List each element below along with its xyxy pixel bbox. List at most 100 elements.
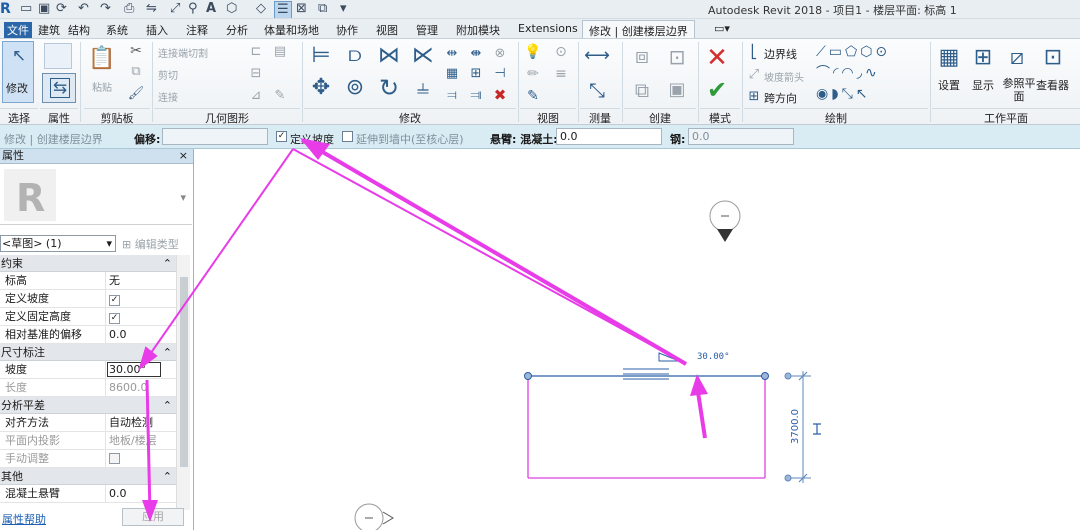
fixed-height-prop-checkbox[interactable]: ✓ [109, 313, 120, 324]
boundary-line-button[interactable]: 边界线 [764, 46, 797, 62]
tab-structure[interactable]: 结构 [68, 22, 90, 38]
define-slope-prop-checkbox[interactable]: ✓ [109, 295, 120, 306]
create-assembly-icon[interactable]: ▣ [664, 77, 690, 103]
slope-input[interactable]: 30.00° [107, 362, 161, 377]
print-icon[interactable]: ⎙ [124, 1, 134, 17]
tab-annotate[interactable]: 注释 [186, 22, 208, 38]
endpoint-grip[interactable] [761, 372, 769, 380]
collapse-icon[interactable]: ⌃ [163, 397, 172, 414]
cut-button[interactable]: 剪切 [158, 67, 178, 82]
tab-file[interactable]: 文件 [4, 22, 32, 38]
prop-row-define-fixed-height[interactable]: 定义固定高度 ✓ [0, 308, 176, 326]
scale-icon[interactable]: ⊞ [468, 65, 484, 81]
tab-collaborate[interactable]: 协作 [336, 22, 358, 38]
slope-arrow-icon[interactable]: ⤢ [746, 66, 762, 82]
draw-pick-shapes-icon[interactable]: ◉◗⤡↖ [816, 85, 924, 103]
aligned-dimension-icon[interactable]: ⤢ [170, 1, 180, 17]
section-dimensions[interactable]: 尺寸标注 ⌃ [0, 344, 176, 361]
collapse-icon[interactable]: ⌃ [163, 255, 172, 272]
cut-clipboard-icon[interactable]: ✂ [128, 43, 144, 59]
prop-row-offset[interactable]: 相对基准的偏移 0.0 [0, 326, 176, 344]
drawing-canvas[interactable]: 30.00° 3700.0 [195, 149, 1080, 530]
prop-row-define-slope[interactable]: 定义坡度 ✓ [0, 290, 176, 308]
collapse-icon[interactable]: ⌃ [163, 344, 172, 361]
copy-icon[interactable]: ⧉ [128, 63, 144, 79]
tab-manage[interactable]: 管理 [416, 22, 438, 38]
mirror-draw-icon[interactable]: ⋉ [410, 43, 436, 69]
offset-icon[interactable]: ⫐ [342, 43, 368, 69]
dimension-text[interactable]: 3700.0 [790, 409, 801, 444]
slope-angle-label[interactable]: 30.00° [697, 352, 730, 362]
remove-paint-icon[interactable]: ✎ [272, 87, 288, 103]
section-icon[interactable]: ◇ [256, 1, 266, 17]
properties-small-icon[interactable] [44, 43, 72, 69]
tab-analyze[interactable]: 分析 [226, 22, 248, 38]
prop-row-slope[interactable]: 坡度 30.00° [0, 361, 176, 379]
create-group-icon[interactable]: ⧈ [628, 43, 656, 71]
split-face-icon[interactable]: ⊟ [248, 65, 264, 81]
set-work-plane-icon[interactable]: ▦ [936, 45, 962, 71]
canvas-svg[interactable]: 30.00° 3700.0 [195, 149, 1080, 530]
type-selector-preview[interactable]: R ▾ [0, 165, 192, 225]
split-gap-icon[interactable]: ⇼ [468, 45, 484, 61]
join-button[interactable]: 连接 [158, 89, 178, 104]
copy-element-icon[interactable]: ⊚ [342, 75, 368, 101]
pin-icon[interactable]: ⊗ [492, 45, 508, 61]
draw-arc-shapes-icon[interactable]: ⌒◜◠◞∿ [816, 64, 924, 82]
demolish-icon[interactable]: ▤ [272, 43, 288, 59]
scrollbar-thumb[interactable] [180, 277, 188, 467]
delete-icon[interactable]: ✖ [492, 87, 508, 103]
match-properties-icon[interactable]: 🖌 [128, 85, 145, 101]
prop-value[interactable]: 0.0 [106, 326, 176, 343]
sync-icon[interactable]: ⟳ [56, 1, 67, 17]
tab-massing-site[interactable]: 体量和场地 [264, 22, 319, 38]
dimension-icon[interactable]: ⤡ [582, 77, 612, 103]
finish-edit-icon[interactable]: ✔ [704, 77, 730, 103]
reference-plane-button[interactable]: 参照平面 [1002, 77, 1036, 103]
edit-type-button[interactable]: ⊞ 编辑类型 [122, 236, 179, 252]
paint-icon[interactable]: ⊿ [248, 87, 264, 103]
create-parts-icon[interactable]: ⧉ [628, 77, 656, 103]
prop-row-level[interactable]: 标高无 [0, 272, 176, 290]
type-dropdown-icon[interactable]: ▾ [180, 191, 186, 204]
span-direction-icon[interactable]: ⊞ [746, 88, 762, 104]
cantilever-concrete-input[interactable]: 0.0 [556, 128, 662, 145]
endpoint-grip[interactable] [524, 372, 532, 380]
viewer-icon[interactable]: ⊡ [1040, 45, 1066, 71]
measure-between-icon[interactable]: ⟷ [582, 45, 612, 67]
draw-line-shapes-icon[interactable]: ⟋▭⬠⬡⊙ [816, 43, 924, 61]
boundary-line-icon[interactable]: ⎣ [746, 44, 762, 60]
trim-single-icon[interactable]: ⫤ [444, 87, 460, 103]
rotate-icon[interactable]: ↻ [376, 75, 402, 101]
tag-icon[interactable]: ⚲ [188, 1, 198, 17]
extend-into-wall-checkbox[interactable] [342, 131, 353, 142]
redo-icon[interactable]: ↷ [100, 1, 111, 17]
override-graphics-icon[interactable]: ✏ [524, 65, 542, 83]
switch-windows-icon[interactable]: ⧉ [318, 1, 327, 17]
create-similar-icon[interactable]: ⊡ [664, 43, 690, 71]
customize-toolbar-icon[interactable]: ▾ [340, 1, 347, 17]
offset-input[interactable] [162, 128, 268, 145]
tab-modify-create-floor-boundary[interactable]: 修改 | 创建楼层边界 [582, 20, 695, 38]
3d-view-icon[interactable]: ⬡ [226, 1, 237, 17]
define-slope-checkbox[interactable]: ✓ [276, 131, 287, 142]
modify-tool-button[interactable]: ↖ 修改 [2, 41, 34, 103]
text-icon[interactable]: A [206, 1, 216, 17]
prop-row-concrete-cantilever[interactable]: 混凝土悬臂 0.0 [0, 485, 176, 503]
show-work-plane-icon[interactable]: ⊞ [970, 45, 996, 71]
cancel-edit-icon[interactable]: ✕ [704, 45, 730, 71]
viewer-button[interactable]: 查看器 [1036, 77, 1069, 93]
section-analytical-alignment[interactable]: 分析平差 ⌃ [0, 397, 176, 414]
tab-insert[interactable]: 插入 [146, 22, 168, 38]
prop-value[interactable]: 无 [106, 272, 176, 289]
floor-boundary-sketch[interactable] [524, 372, 769, 479]
cut-join-button[interactable]: 连接端切割 [158, 45, 208, 60]
slope-arrow-button[interactable]: 坡度箭头 [764, 69, 804, 84]
trim-multiple-icon[interactable]: ⫥ [468, 87, 484, 103]
steel-input[interactable]: 0.0 [688, 128, 794, 145]
hide-category-icon[interactable]: ⊙ [552, 43, 570, 61]
wall-joins-icon[interactable]: ⊏ [248, 43, 264, 59]
prop-row-alignment-method[interactable]: 对齐方法 自动检测 [0, 414, 176, 432]
revit-logo-icon[interactable]: R [0, 1, 11, 17]
mirror-axis-icon[interactable]: ⋈ [376, 43, 402, 69]
